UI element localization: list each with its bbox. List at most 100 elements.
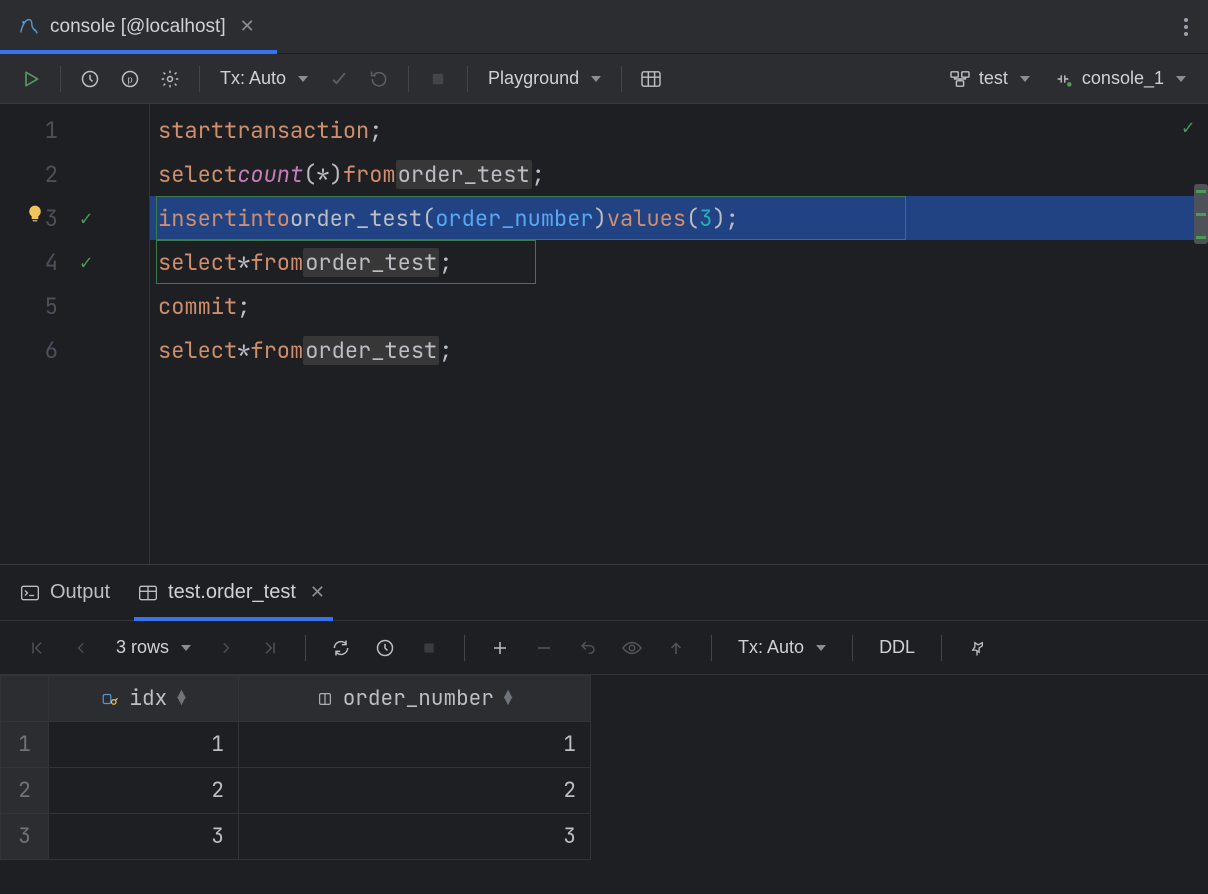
inspection-status-icon[interactable]: ✓ xyxy=(1182,114,1194,140)
output-tab-label: Output xyxy=(50,581,110,604)
commit-button xyxy=(322,62,356,96)
schema-label: test xyxy=(979,68,1008,89)
cell[interactable]: 1 xyxy=(239,722,591,768)
editor-gutter: 1 2 3 ✓ 4 ✓ 5 6 xyxy=(0,104,150,564)
preview-changes-button xyxy=(615,631,649,665)
chevron-down-icon xyxy=(591,76,601,82)
code-line[interactable]: select * from order_test; xyxy=(150,240,1208,284)
cell[interactable]: 2 xyxy=(49,768,239,814)
cell[interactable]: 2 xyxy=(239,768,591,814)
row-number: 3 xyxy=(1,814,49,860)
cell[interactable]: 3 xyxy=(239,814,591,860)
reload-button[interactable] xyxy=(324,631,358,665)
chevron-down-icon xyxy=(298,76,308,82)
sql-editor[interactable]: 1 2 3 ✓ 4 ✓ 5 6 start transaction; select … xyxy=(0,104,1208,564)
playground-dropdown[interactable]: Playground xyxy=(480,68,609,89)
editor-tab-console[interactable]: console [@localhost] ✕ xyxy=(0,0,277,53)
cell[interactable]: 3 xyxy=(49,814,239,860)
panel-tab-bar: Output test.order_test ✕ xyxy=(0,565,1208,621)
explain-button[interactable]: p xyxy=(113,62,147,96)
separator xyxy=(408,66,409,92)
stop-reload-button xyxy=(412,631,446,665)
next-page-button xyxy=(209,631,243,665)
row-number: 1 xyxy=(1,722,49,768)
column-header-idx[interactable]: idx ▲▼ xyxy=(49,676,239,722)
result-tab[interactable]: test.order_test ✕ xyxy=(138,565,329,620)
separator xyxy=(199,66,200,92)
session-dropdown[interactable]: console_1 xyxy=(1044,68,1194,89)
error-stripe xyxy=(1196,190,1206,239)
row-number: 2 xyxy=(1,768,49,814)
prev-page-button xyxy=(64,631,98,665)
code-line[interactable]: start transaction; xyxy=(150,108,1208,152)
line-number: 2 xyxy=(40,160,58,189)
code-line[interactable]: select * from order_test; xyxy=(150,328,1208,372)
rows-count-dropdown[interactable]: 3 rows xyxy=(108,637,199,658)
code-line[interactable]: insert into order_test(order_number) val… xyxy=(150,196,1208,240)
tab-close-button[interactable]: ✕ xyxy=(236,14,259,39)
settings-button[interactable] xyxy=(153,62,187,96)
separator xyxy=(305,635,306,661)
line-number: 3 xyxy=(40,204,58,233)
tx-mode-label: Tx: Auto xyxy=(738,637,804,658)
submit-button xyxy=(659,631,693,665)
revert-button xyxy=(571,631,605,665)
playground-label: Playground xyxy=(488,68,579,89)
code-line[interactable]: select count(*) from order_test; xyxy=(150,152,1208,196)
plug-icon xyxy=(1052,70,1074,88)
column-name: order_number xyxy=(343,685,494,712)
rollback-button xyxy=(362,62,396,96)
editor-code-area[interactable]: start transaction; select count(*) from … xyxy=(150,104,1208,564)
separator xyxy=(467,66,468,92)
result-grid[interactable]: idx ▲▼ order_number ▲▼ xyxy=(0,675,1208,894)
output-tab[interactable]: Output xyxy=(20,565,110,620)
tx-mode-label: Tx: Auto xyxy=(220,68,286,89)
line-number: 1 xyxy=(40,116,58,145)
table-view-button[interactable] xyxy=(634,62,668,96)
ddl-button[interactable]: DDL xyxy=(871,637,923,658)
run-button[interactable] xyxy=(14,62,48,96)
auto-reload-button[interactable] xyxy=(368,631,402,665)
editor-toolbar: p Tx: Auto Playground xyxy=(0,54,1208,104)
services-panel: Output test.order_test ✕ 3 rows xyxy=(0,564,1208,894)
separator xyxy=(464,635,465,661)
editor-tab-bar: console [@localhost] ✕ xyxy=(0,0,1208,54)
key-icon xyxy=(101,691,119,707)
tab-bar-menu-button[interactable] xyxy=(1184,18,1188,36)
add-row-button[interactable] xyxy=(483,631,517,665)
history-button[interactable] xyxy=(73,62,107,96)
cell[interactable]: 1 xyxy=(49,722,239,768)
tx-mode-dropdown[interactable]: Tx: Auto xyxy=(212,68,316,89)
check-icon: ✓ xyxy=(80,205,92,231)
separator xyxy=(60,66,61,92)
code-line[interactable]: commit; xyxy=(150,284,1208,328)
table-row[interactable]: 1 1 1 xyxy=(1,722,591,768)
separator xyxy=(711,635,712,661)
result-tab-label: test.order_test xyxy=(168,581,296,604)
stop-button xyxy=(421,62,455,96)
schema-icon xyxy=(949,70,971,88)
table-row[interactable]: 2 2 2 xyxy=(1,768,591,814)
line-number: 5 xyxy=(40,292,58,321)
column-header-order-number[interactable]: order_number ▲▼ xyxy=(239,676,591,722)
session-label: console_1 xyxy=(1082,68,1164,89)
result-tx-dropdown[interactable]: Tx: Auto xyxy=(730,637,834,658)
ddl-label: DDL xyxy=(879,637,915,658)
first-page-button xyxy=(20,631,54,665)
rows-count-label: 3 rows xyxy=(116,637,169,658)
line-number: 4 xyxy=(40,248,58,277)
line-number: 6 xyxy=(40,336,58,365)
check-icon: ✓ xyxy=(80,249,92,275)
result-tab-close[interactable]: ✕ xyxy=(306,580,329,605)
column-name: idx xyxy=(129,685,167,712)
pin-button[interactable] xyxy=(960,631,994,665)
separator xyxy=(852,635,853,661)
chevron-down-icon xyxy=(1020,76,1030,82)
table-row[interactable]: 3 3 3 xyxy=(1,814,591,860)
schema-dropdown[interactable]: test xyxy=(941,68,1038,89)
sort-indicator: ▲▼ xyxy=(177,692,185,706)
corner-cell xyxy=(1,676,49,722)
chevron-down-icon xyxy=(816,645,826,651)
terminal-icon xyxy=(20,584,40,602)
svg-text:p: p xyxy=(127,74,132,84)
